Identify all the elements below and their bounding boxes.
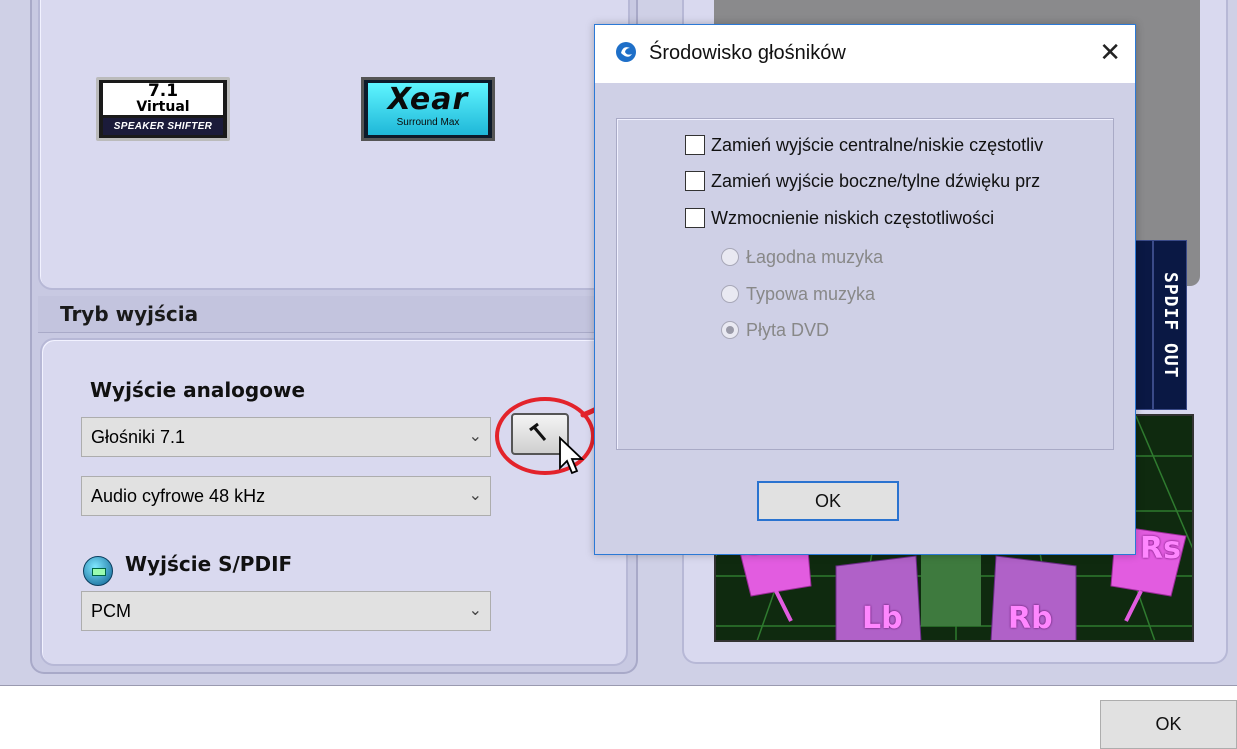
radio-dvd[interactable]: Płyta DVD	[721, 320, 829, 341]
checkbox-box[interactable]	[685, 135, 705, 155]
virtual-logo-word: Virtual	[103, 100, 223, 114]
dialog-title: Środowisko głośników	[649, 42, 846, 64]
checkbox-label: Wzmocnienie niskich częstotliwości	[711, 208, 995, 228]
digital-audio-select[interactable]: Audio cyfrowe 48 kHz ⌄	[81, 476, 491, 516]
spdif-output-label: Wyjście S/PDIF	[125, 552, 293, 576]
checkbox-swap-center-sub[interactable]: Zamień wyjście centralne/niskie częstotl…	[685, 135, 1043, 156]
xear-surround-max-logo[interactable]: Xear Surround Max	[361, 77, 495, 141]
radio-typical-music[interactable]: Typowa muzyka	[721, 284, 875, 305]
app-swirl-icon	[616, 42, 636, 62]
spdif-format-value: PCM	[91, 601, 131, 621]
output-mode-title: Tryb wyjścia	[60, 302, 199, 326]
spdif-format-select[interactable]: PCM ⌄	[81, 591, 491, 631]
chevron-down-icon: ⌄	[468, 428, 482, 445]
analog-output-value: Głośniki 7.1	[91, 427, 186, 447]
checkbox-label: Zamień wyjście centralne/niskie częstotl…	[711, 135, 1044, 155]
analog-output-select[interactable]: Głośniki 7.1 ⌄	[81, 417, 491, 457]
mouse-cursor-icon	[559, 436, 585, 475]
virtual-logo-caption: SPEAKER SHIFTER	[103, 118, 223, 135]
checkbox-bass-boost[interactable]: Wzmocnienie niskich częstotliwości	[685, 208, 994, 229]
chevron-down-icon: ⌄	[468, 487, 482, 504]
checkbox-box[interactable]	[685, 208, 705, 228]
virtual-logo-number: 7.1	[147, 81, 179, 101]
speaker-lb[interactable]: Lb	[862, 601, 903, 636]
speaker-rb[interactable]: Rb	[1008, 601, 1053, 636]
spdif-output-icon	[83, 556, 113, 586]
checkbox-box[interactable]	[685, 171, 705, 191]
checkbox-label: Zamień wyjście boczne/tylne dźwięku prz	[711, 171, 1041, 191]
virtual-speaker-shifter-logo[interactable]: 7.1 Virtual SPEAKER SHIFTER	[96, 77, 230, 141]
xear-logo-brand: Xear	[387, 82, 469, 117]
chevron-down-icon: ⌄	[468, 602, 482, 619]
xear-logo-caption: Surround Max	[396, 117, 460, 128]
hammer-icon	[529, 422, 547, 441]
radio-button[interactable]	[721, 285, 739, 303]
analog-output-label: Wyjście analogowe	[90, 378, 306, 402]
radio-label: Łagodna muzyka	[746, 247, 884, 267]
spdif-out-tab[interactable]: SPDIF OUT	[1153, 240, 1187, 410]
digital-audio-value: Audio cyfrowe 48 kHz	[91, 486, 266, 506]
radio-label: Typowa muzyka	[746, 284, 876, 304]
main-ok-button[interactable]: OK	[1100, 700, 1237, 749]
effects-panel	[38, 0, 630, 290]
checkbox-swap-side-rear[interactable]: Zamień wyjście boczne/tylne dźwięku prz	[685, 171, 1040, 192]
dialog-ok-button[interactable]: OK	[757, 481, 899, 521]
radio-soft-music[interactable]: Łagodna muzyka	[721, 247, 883, 268]
radio-button[interactable]	[721, 321, 739, 339]
speaker-environment-dialog: Środowisko głośników ✕ Zamień wyjście ce…	[594, 24, 1136, 555]
dialog-titlebar[interactable]: Środowisko głośników ✕	[595, 25, 1135, 83]
radio-label: Płyta DVD	[746, 320, 830, 340]
radio-button[interactable]	[721, 248, 739, 266]
close-icon[interactable]: ✕	[1099, 37, 1121, 67]
speaker-rs[interactable]: Rs	[1140, 531, 1181, 566]
